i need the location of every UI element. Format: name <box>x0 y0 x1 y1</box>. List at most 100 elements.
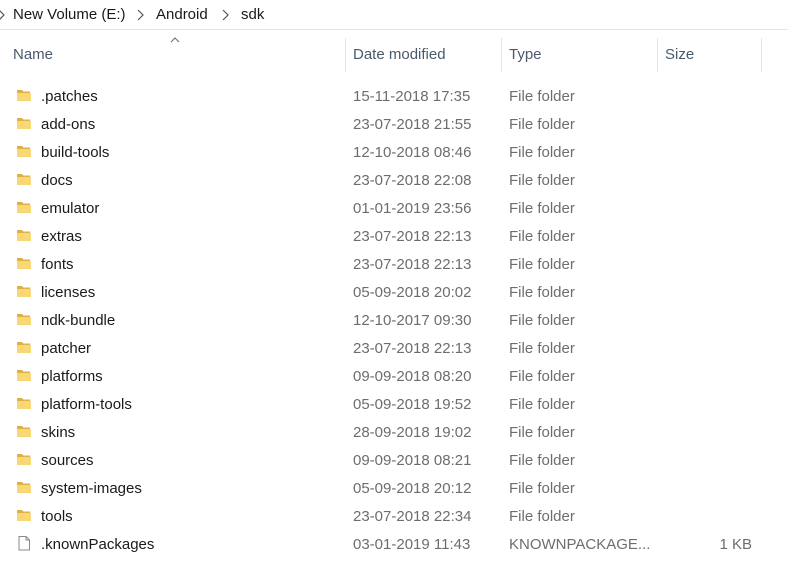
file-date-modified: 09-09-2018 08:20 <box>353 368 472 385</box>
file-type: File folder <box>509 144 575 161</box>
file-list-row[interactable]: licenses 05-09-2018 20:02 File folder <box>0 278 788 306</box>
file-list-row[interactable]: .knownPackages 03-01-2019 11:43 KNOWNPACKA… <box>0 530 788 558</box>
file-type: File folder <box>509 88 575 105</box>
chevron-right-icon[interactable] <box>220 8 232 22</box>
column-header-type[interactable]: Type <box>509 46 542 63</box>
file-type: File folder <box>509 256 575 273</box>
file-name: docs <box>41 172 73 189</box>
folder-icon <box>17 314 31 325</box>
chevron-right-icon[interactable] <box>135 8 147 22</box>
file-date-modified: 23-07-2018 22:13 <box>353 256 472 273</box>
column-divider[interactable] <box>761 38 762 72</box>
file-type: File folder <box>509 200 575 217</box>
file-list-row[interactable]: .patches 15-11-2018 17:35 File folder <box>0 82 788 110</box>
file-type: File folder <box>509 172 575 189</box>
file-list-row[interactable]: ndk-bundle 12-10-2017 09:30 File folder <box>0 306 788 334</box>
file-date-modified: 23-07-2018 21:55 <box>353 116 472 133</box>
file-date-modified: 15-11-2018 17:35 <box>353 88 471 105</box>
folder-icon <box>17 370 31 381</box>
file-date-modified: 05-09-2018 20:02 <box>353 284 472 301</box>
file-name: licenses <box>41 284 96 301</box>
file-list-row[interactable]: emulator 01-01-2019 23:56 File folder <box>0 194 788 222</box>
folder-icon <box>17 454 31 465</box>
file-list-row[interactable]: platform-tools 05-09-2018 19:52 File folde… <box>0 390 788 418</box>
file-name: .knownPackages <box>41 536 155 553</box>
file-type: File folder <box>509 284 575 301</box>
file-icon <box>18 536 30 551</box>
file-name: add-ons <box>41 116 96 133</box>
file-date-modified: 12-10-2017 09:30 <box>353 312 472 329</box>
folder-icon <box>17 230 31 241</box>
file-list-row[interactable]: platforms 09-09-2018 08:20 File folder <box>0 362 788 390</box>
file-type: File folder <box>509 368 575 385</box>
file-name: .patches <box>41 88 98 105</box>
breadcrumb-item-sdk[interactable]: sdk <box>241 6 264 23</box>
file-type: KNOWNPACKAGE... <box>509 536 651 553</box>
file-type: File folder <box>509 116 575 133</box>
file-type: File folder <box>509 228 575 245</box>
file-date-modified: 23-07-2018 22:08 <box>353 172 472 189</box>
file-type: File folder <box>509 340 575 357</box>
file-type: File folder <box>509 452 575 469</box>
folder-icon <box>17 258 31 269</box>
file-date-modified: 23-07-2018 22:34 <box>353 508 472 525</box>
file-type: File folder <box>509 312 575 329</box>
file-name: platforms <box>41 368 103 385</box>
column-header-name[interactable]: Name <box>13 46 53 63</box>
file-list-row[interactable]: tools 23-07-2018 22:34 File folder <box>0 502 788 530</box>
file-list-row[interactable]: build-tools 12-10-2018 08:46 File folder <box>0 138 788 166</box>
file-type: File folder <box>509 396 575 413</box>
file-list-row[interactable]: extras 23-07-2018 22:13 File folder <box>0 222 788 250</box>
file-list: .patches 15-11-2018 17:35 File folder add-o… <box>0 82 788 558</box>
folder-icon <box>17 174 31 185</box>
file-name: extras <box>41 228 82 245</box>
file-date-modified: 23-07-2018 22:13 <box>353 340 472 357</box>
folder-icon <box>17 286 31 297</box>
file-list-row[interactable]: patcher 23-07-2018 22:13 File folder <box>0 334 788 362</box>
file-date-modified: 09-09-2018 08:21 <box>353 452 472 469</box>
file-date-modified: 05-09-2018 20:12 <box>353 480 472 497</box>
file-name: patcher <box>41 340 92 357</box>
column-divider[interactable] <box>501 38 502 72</box>
file-list-row[interactable]: fonts 23-07-2018 22:13 File folder <box>0 250 788 278</box>
file-name: platform-tools <box>41 396 132 413</box>
file-type: File folder <box>509 424 575 441</box>
file-type: File folder <box>509 480 575 497</box>
file-name: system-images <box>41 480 142 497</box>
breadcrumb-item-new-volume[interactable]: New Volume (E:) <box>13 6 126 23</box>
chevron-right-icon[interactable] <box>0 8 8 22</box>
file-name: build-tools <box>41 144 110 161</box>
breadcrumb-item-android[interactable]: Android <box>156 6 208 23</box>
file-date-modified: 03-01-2019 11:43 <box>353 536 471 553</box>
folder-icon <box>17 510 31 521</box>
file-list-row[interactable]: docs 23-07-2018 22:08 File folder <box>0 166 788 194</box>
file-type: File folder <box>509 508 575 525</box>
folder-icon <box>17 426 31 437</box>
file-date-modified: 28-09-2018 19:02 <box>353 424 472 441</box>
folder-icon <box>17 342 31 353</box>
column-header-size[interactable]: Size <box>665 46 694 63</box>
file-date-modified: 01-01-2019 23:56 <box>353 200 472 217</box>
folder-icon <box>17 482 31 493</box>
file-date-modified: 05-09-2018 19:52 <box>353 396 472 413</box>
file-date-modified: 23-07-2018 22:13 <box>353 228 472 245</box>
file-name: skins <box>41 424 76 441</box>
file-name: ndk-bundle <box>41 312 116 329</box>
file-name: sources <box>41 452 94 469</box>
folder-icon <box>17 202 31 213</box>
file-list-row[interactable]: sources 09-09-2018 08:21 File folder <box>0 446 788 474</box>
folder-icon <box>17 398 31 409</box>
file-list-row[interactable]: skins 28-09-2018 19:02 File folder <box>0 418 788 446</box>
file-name: fonts <box>41 256 74 273</box>
column-divider[interactable] <box>657 38 658 72</box>
folder-icon <box>17 146 31 157</box>
column-divider[interactable] <box>345 38 346 72</box>
folder-icon <box>17 90 31 101</box>
file-list-row[interactable]: system-images 05-09-2018 20:12 File folder <box>0 474 788 502</box>
address-bar[interactable]: New Volume (E:) Android sdk <box>0 0 788 30</box>
column-header-date-modified[interactable]: Date modified <box>353 46 446 63</box>
file-size: 1 KB <box>719 536 752 553</box>
file-list-row[interactable]: add-ons 23-07-2018 21:55 File folder <box>0 110 788 138</box>
file-date-modified: 12-10-2018 08:46 <box>353 144 472 161</box>
sort-ascending-icon <box>170 37 180 43</box>
